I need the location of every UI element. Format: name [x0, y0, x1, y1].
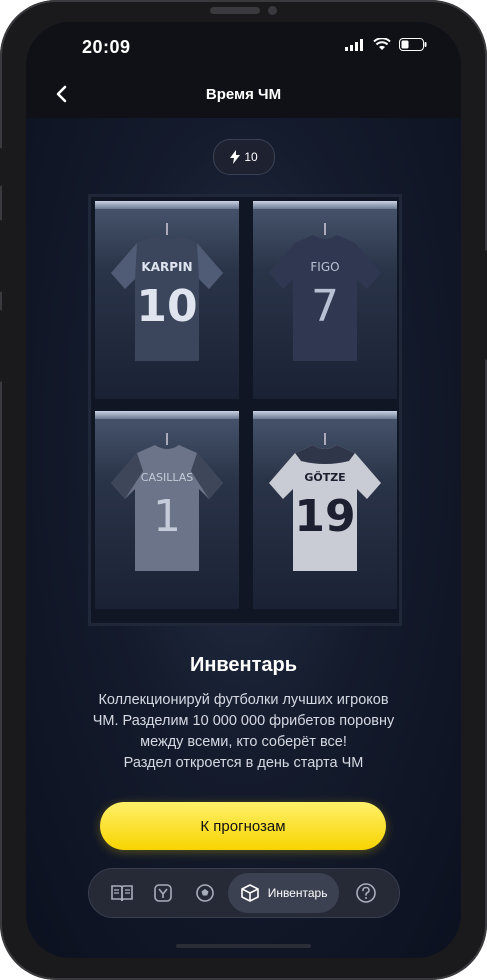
jersey-shirt-icon: FIGO 7: [269, 223, 381, 361]
jersey-slot-karpin[interactable]: KARPIN 10: [95, 201, 239, 399]
jersey-number-text: 10: [136, 281, 197, 332]
description-line: Коллекционируй футболки лучших игроков: [98, 692, 389, 708]
lightning-icon: [230, 150, 241, 164]
speaker-grille: [210, 7, 260, 14]
front-camera: [268, 6, 277, 15]
tab-help[interactable]: [345, 873, 387, 913]
inventory-title: Инвентарь: [189, 654, 298, 676]
app-screen: 20:09 Время ЧМ 10 KARPIN 10 FIGO 7 CASIL…: [26, 22, 461, 958]
jersey-cabinet: KARPIN 10 FIGO 7 CASILLAS 1 GÖTZE 19: [88, 194, 402, 626]
inventory-description: Коллекционируй футболки лучших игроков Ч…: [66, 690, 421, 774]
status-icons: [345, 38, 427, 51]
tab-book[interactable]: [101, 873, 143, 913]
tab-inventory-label: Инвентарь: [267, 886, 328, 900]
jersey-name-text: GÖTZE: [304, 470, 345, 484]
football-icon: [196, 884, 214, 902]
jersey-slot-figo[interactable]: FIGO 7: [253, 201, 397, 399]
tab-bets[interactable]: [143, 873, 185, 913]
home-indicator: [176, 944, 311, 948]
to-predictions-button[interactable]: К прогнозам: [100, 802, 386, 850]
bottom-tab-bar: Инвентарь: [88, 868, 400, 918]
jersey-slot-gotze[interactable]: GÖTZE 19: [253, 411, 397, 609]
energy-count: 10: [244, 150, 258, 164]
help-icon: [356, 883, 377, 903]
wifi-icon: [373, 38, 391, 50]
jersey-number-text: 1: [153, 491, 181, 542]
jersey-slot-casillas[interactable]: CASILLAS 1: [95, 411, 239, 609]
description-line: ЧМ. Разделим 10 000 000 фрибетов поровну: [92, 713, 395, 729]
jersey-name-text: FIGO: [310, 260, 339, 274]
y-shield-icon: [154, 884, 173, 902]
phone-frame: 20:09 Время ЧМ 10 KARPIN 10 FIGO 7 CASIL…: [0, 0, 487, 980]
jersey-name-text: CASILLAS: [141, 471, 193, 484]
jersey-number-text: 19: [294, 491, 355, 542]
status-time: 20:09: [82, 37, 131, 57]
energy-counter[interactable]: 10: [213, 139, 275, 175]
volume-down-button: [0, 310, 2, 382]
jersey-shirt-icon: KARPIN 10: [111, 223, 223, 361]
jersey-name-text: KARPIN: [141, 260, 192, 274]
jersey-number-text: 7: [311, 281, 339, 332]
box-icon: [240, 884, 259, 902]
book-icon: [110, 885, 133, 902]
mute-switch: [0, 148, 2, 186]
tab-matches[interactable]: [184, 873, 226, 913]
page-title: Время ЧМ: [205, 86, 282, 103]
description-line: Раздел откроется в день старта ЧМ: [123, 755, 364, 771]
description-line: между всеми, кто соберёт все!: [140, 734, 347, 750]
tab-inventory[interactable]: Инвентарь: [227, 873, 340, 913]
battery-icon: [399, 38, 427, 51]
volume-up-button: [0, 220, 2, 292]
jersey-shirt-icon: GÖTZE 19: [269, 433, 381, 571]
jersey-shirt-icon: CASILLAS 1: [111, 433, 223, 571]
signal-icon: [345, 38, 363, 51]
